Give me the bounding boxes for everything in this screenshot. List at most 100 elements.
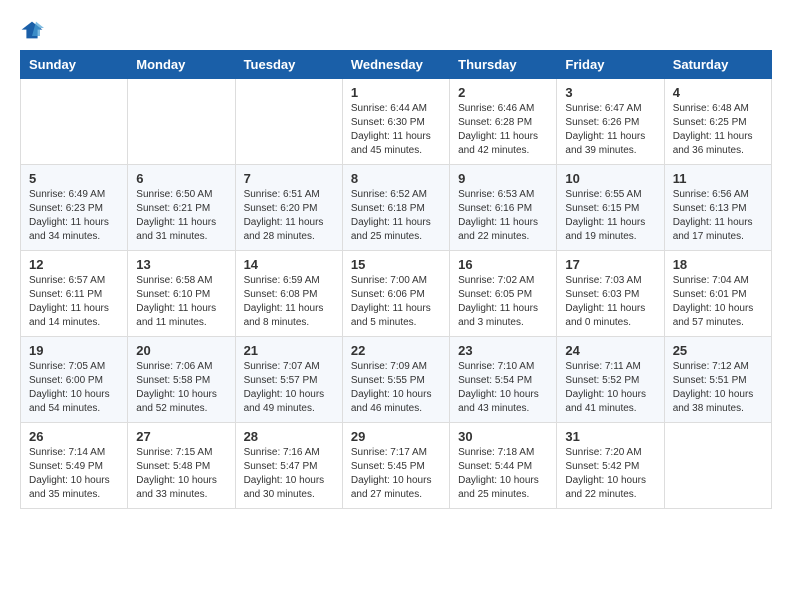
day-info: Sunrise: 7:20 AM Sunset: 5:42 PM Dayligh… <box>565 446 655 502</box>
calendar-cell: 11 Sunrise: 6:56 AM Sunset: 6:13 PM Dayli… <box>664 165 771 251</box>
day-number: 4 <box>673 85 763 100</box>
day-info: Sunrise: 6:55 AM Sunset: 6:15 PM Dayligh… <box>565 188 655 244</box>
logo-icon <box>20 20 44 40</box>
calendar-cell: 30 Sunrise: 7:18 AM Sunset: 5:44 PM Dayli… <box>450 423 557 509</box>
day-of-week-header: Saturday <box>664 51 771 79</box>
day-number: 31 <box>565 429 655 444</box>
day-info: Sunrise: 7:11 AM Sunset: 5:52 PM Dayligh… <box>565 360 655 416</box>
day-info: Sunrise: 6:48 AM Sunset: 6:25 PM Dayligh… <box>673 102 763 158</box>
day-number: 14 <box>244 257 334 272</box>
calendar-week-row: 12 Sunrise: 6:57 AM Sunset: 6:11 PM Dayli… <box>21 251 772 337</box>
day-number: 15 <box>351 257 441 272</box>
calendar-cell: 31 Sunrise: 7:20 AM Sunset: 5:42 PM Dayli… <box>557 423 664 509</box>
calendar-cell: 29 Sunrise: 7:17 AM Sunset: 5:45 PM Dayli… <box>342 423 449 509</box>
calendar-week-row: 26 Sunrise: 7:14 AM Sunset: 5:49 PM Dayli… <box>21 423 772 509</box>
day-number: 20 <box>136 343 226 358</box>
calendar-cell: 13 Sunrise: 6:58 AM Sunset: 6:10 PM Dayli… <box>128 251 235 337</box>
day-info: Sunrise: 7:09 AM Sunset: 5:55 PM Dayligh… <box>351 360 441 416</box>
calendar-cell: 12 Sunrise: 6:57 AM Sunset: 6:11 PM Dayli… <box>21 251 128 337</box>
calendar-week-row: 19 Sunrise: 7:05 AM Sunset: 6:00 PM Dayli… <box>21 337 772 423</box>
day-number: 29 <box>351 429 441 444</box>
day-number: 16 <box>458 257 548 272</box>
day-number: 25 <box>673 343 763 358</box>
day-number: 5 <box>29 171 119 186</box>
day-info: Sunrise: 6:57 AM Sunset: 6:11 PM Dayligh… <box>29 274 119 330</box>
day-of-week-header: Sunday <box>21 51 128 79</box>
calendar-table: SundayMondayTuesdayWednesdayThursdayFrid… <box>20 50 772 509</box>
day-info: Sunrise: 6:59 AM Sunset: 6:08 PM Dayligh… <box>244 274 334 330</box>
day-info: Sunrise: 6:53 AM Sunset: 6:16 PM Dayligh… <box>458 188 548 244</box>
day-of-week-header: Friday <box>557 51 664 79</box>
calendar-cell: 6Sunrise: 6:50 AM Sunset: 6:21 PM Daylig… <box>128 165 235 251</box>
day-info: Sunrise: 6:49 AM Sunset: 6:23 PM Dayligh… <box>29 188 119 244</box>
calendar-cell: 20 Sunrise: 7:06 AM Sunset: 5:58 PM Dayli… <box>128 337 235 423</box>
calendar-week-row: 5 Sunrise: 6:49 AM Sunset: 6:23 PM Daylig… <box>21 165 772 251</box>
day-info: Sunrise: 7:04 AM Sunset: 6:01 PM Dayligh… <box>673 274 763 330</box>
day-number: 6 <box>136 171 226 186</box>
calendar-cell: 26 Sunrise: 7:14 AM Sunset: 5:49 PM Dayli… <box>21 423 128 509</box>
day-info: Sunrise: 6:58 AM Sunset: 6:10 PM Dayligh… <box>136 274 226 330</box>
calendar-header-row: SundayMondayTuesdayWednesdayThursdayFrid… <box>21 51 772 79</box>
day-of-week-header: Tuesday <box>235 51 342 79</box>
day-number: 13 <box>136 257 226 272</box>
day-number: 30 <box>458 429 548 444</box>
day-info: Sunrise: 7:12 AM Sunset: 5:51 PM Dayligh… <box>673 360 763 416</box>
calendar-cell: 17 Sunrise: 7:03 AM Sunset: 6:03 PM Dayli… <box>557 251 664 337</box>
day-info: Sunrise: 6:47 AM Sunset: 6:26 PM Dayligh… <box>565 102 655 158</box>
day-number: 27 <box>136 429 226 444</box>
day-number: 23 <box>458 343 548 358</box>
day-info: Sunrise: 6:46 AM Sunset: 6:28 PM Dayligh… <box>458 102 548 158</box>
day-info: Sunrise: 7:16 AM Sunset: 5:47 PM Dayligh… <box>244 446 334 502</box>
calendar-cell: 19 Sunrise: 7:05 AM Sunset: 6:00 PM Dayli… <box>21 337 128 423</box>
day-number: 17 <box>565 257 655 272</box>
day-number: 1 <box>351 85 441 100</box>
calendar-cell: 18 Sunrise: 7:04 AM Sunset: 6:01 PM Dayli… <box>664 251 771 337</box>
day-number: 3 <box>565 85 655 100</box>
day-number: 24 <box>565 343 655 358</box>
calendar-cell: 7 Sunrise: 6:51 AM Sunset: 6:20 PM Daylig… <box>235 165 342 251</box>
day-number: 26 <box>29 429 119 444</box>
day-info: Sunrise: 7:02 AM Sunset: 6:05 PM Dayligh… <box>458 274 548 330</box>
day-number: 10 <box>565 171 655 186</box>
calendar-cell: 14 Sunrise: 6:59 AM Sunset: 6:08 PM Dayli… <box>235 251 342 337</box>
calendar-cell <box>664 423 771 509</box>
calendar-week-row: 1 Sunrise: 6:44 AM Sunset: 6:30 PM Daylig… <box>21 79 772 165</box>
day-number: 12 <box>29 257 119 272</box>
calendar-cell: 22 Sunrise: 7:09 AM Sunset: 5:55 PM Dayli… <box>342 337 449 423</box>
calendar-cell: 21 Sunrise: 7:07 AM Sunset: 5:57 PM Dayli… <box>235 337 342 423</box>
day-info: Sunrise: 6:44 AM Sunset: 6:30 PM Dayligh… <box>351 102 441 158</box>
day-info: Sunrise: 7:06 AM Sunset: 5:58 PM Dayligh… <box>136 360 226 416</box>
calendar-cell <box>21 79 128 165</box>
day-info: Sunrise: 7:03 AM Sunset: 6:03 PM Dayligh… <box>565 274 655 330</box>
calendar-cell: 24 Sunrise: 7:11 AM Sunset: 5:52 PM Dayli… <box>557 337 664 423</box>
day-number: 22 <box>351 343 441 358</box>
day-info: Sunrise: 7:17 AM Sunset: 5:45 PM Dayligh… <box>351 446 441 502</box>
logo <box>20 20 48 40</box>
calendar-cell: 9 Sunrise: 6:53 AM Sunset: 6:16 PM Daylig… <box>450 165 557 251</box>
day-info: Sunrise: 7:07 AM Sunset: 5:57 PM Dayligh… <box>244 360 334 416</box>
day-info: Sunrise: 7:15 AM Sunset: 5:48 PM Dayligh… <box>136 446 226 502</box>
calendar-cell: 4 Sunrise: 6:48 AM Sunset: 6:25 PM Daylig… <box>664 79 771 165</box>
day-of-week-header: Wednesday <box>342 51 449 79</box>
day-info: Sunrise: 7:00 AM Sunset: 6:06 PM Dayligh… <box>351 274 441 330</box>
calendar-cell: 28Sunrise: 7:16 AM Sunset: 5:47 PM Dayli… <box>235 423 342 509</box>
calendar-cell: 16 Sunrise: 7:02 AM Sunset: 6:05 PM Dayli… <box>450 251 557 337</box>
day-info: Sunrise: 7:10 AM Sunset: 5:54 PM Dayligh… <box>458 360 548 416</box>
day-number: 21 <box>244 343 334 358</box>
day-number: 11 <box>673 171 763 186</box>
calendar-cell: 8Sunrise: 6:52 AM Sunset: 6:18 PM Daylig… <box>342 165 449 251</box>
calendar-cell: 10 Sunrise: 6:55 AM Sunset: 6:15 PM Dayli… <box>557 165 664 251</box>
day-info: Sunrise: 6:56 AM Sunset: 6:13 PM Dayligh… <box>673 188 763 244</box>
page-header <box>20 20 772 40</box>
day-number: 18 <box>673 257 763 272</box>
day-number: 9 <box>458 171 548 186</box>
day-number: 7 <box>244 171 334 186</box>
day-of-week-header: Monday <box>128 51 235 79</box>
calendar-cell: 27 Sunrise: 7:15 AM Sunset: 5:48 PM Dayli… <box>128 423 235 509</box>
day-info: Sunrise: 6:51 AM Sunset: 6:20 PM Dayligh… <box>244 188 334 244</box>
day-info: Sunrise: 7:18 AM Sunset: 5:44 PM Dayligh… <box>458 446 548 502</box>
day-info: Sunrise: 7:14 AM Sunset: 5:49 PM Dayligh… <box>29 446 119 502</box>
day-number: 19 <box>29 343 119 358</box>
day-info: Sunrise: 7:05 AM Sunset: 6:00 PM Dayligh… <box>29 360 119 416</box>
day-of-week-header: Thursday <box>450 51 557 79</box>
